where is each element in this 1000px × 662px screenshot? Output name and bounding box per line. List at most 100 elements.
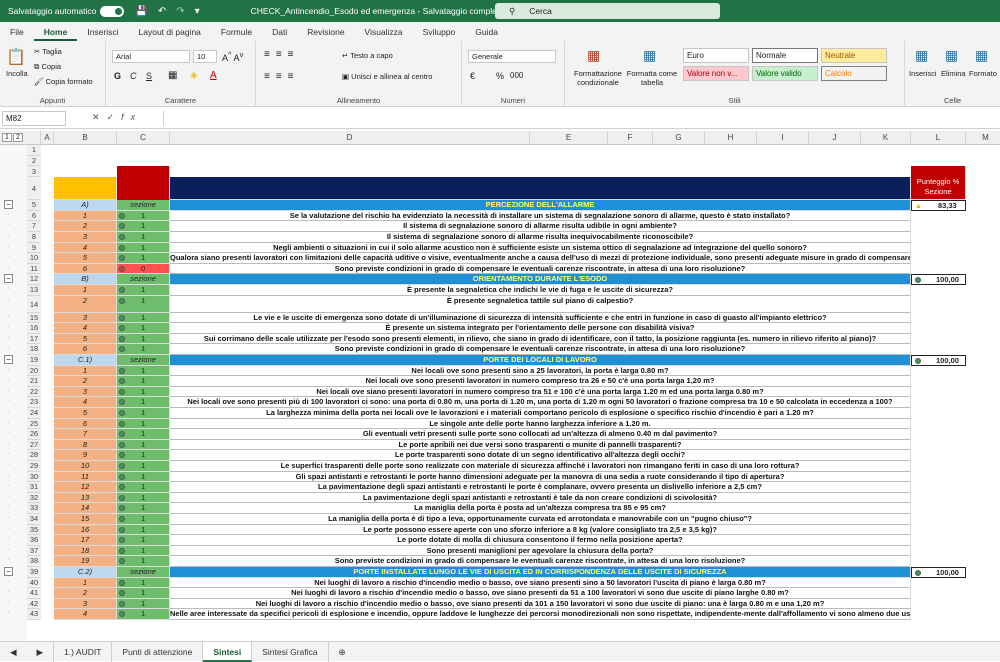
question-number[interactable]: 2 (54, 376, 117, 387)
question-number[interactable]: 4 (54, 609, 117, 620)
row-header-43[interactable]: 43 (27, 609, 41, 620)
question-score[interactable]: 1 (117, 524, 170, 536)
menu-tab-sviluppo[interactable]: Sviluppo (413, 27, 466, 41)
menu-tab-formule[interactable]: Formule (211, 27, 262, 41)
row-header-27[interactable]: 27 (27, 439, 41, 451)
row-header-23[interactable]: 23 (27, 397, 41, 408)
row-header-37[interactable]: 37 (27, 545, 41, 557)
number-format-select[interactable]: Generale (468, 50, 556, 63)
question-number[interactable]: 1 (54, 210, 117, 222)
question-score[interactable]: 1 (117, 514, 170, 525)
question-number[interactable]: 2 (54, 221, 117, 232)
row-header-6[interactable]: 6 (27, 210, 41, 222)
question-score[interactable]: 1 (117, 312, 170, 324)
question-score[interactable]: 1 (117, 253, 170, 264)
question-score[interactable]: 1 (117, 545, 170, 557)
question-number[interactable]: 4 (54, 397, 117, 408)
style-normale[interactable]: Normale (752, 48, 818, 63)
font-name-select[interactable]: Arial (112, 50, 190, 63)
question-text[interactable]: Le porte trasparenti sono dotate di un s… (170, 450, 911, 461)
question-text[interactable]: Sui corrimano delle scale utilizzate per… (170, 333, 911, 345)
menu-tab-inserisci[interactable]: Inserisci (77, 27, 128, 41)
question-score[interactable]: 1 (117, 232, 170, 243)
question-score[interactable]: 0 (117, 263, 170, 275)
row-header-8[interactable]: 8 (27, 232, 41, 243)
paste-button[interactable]: Incolla (6, 69, 28, 78)
underline-button[interactable]: S (146, 71, 152, 81)
menu-tab-home[interactable]: Home (33, 27, 78, 41)
question-text[interactable]: Il sistema di segnalazione sonoro di all… (170, 221, 911, 232)
question-text[interactable]: Nei locali ove sono presenti lavoratori … (170, 376, 911, 387)
thousands-button[interactable]: 000 (510, 71, 523, 80)
row-header-29[interactable]: 29 (27, 461, 41, 472)
question-score[interactable]: 1 (117, 295, 170, 313)
question-text[interactable]: La pavimentazione degli spazi antistanti… (170, 492, 911, 504)
question-text[interactable]: La pavimentazione degli spazi antistanti… (170, 482, 911, 493)
question-score[interactable]: 1 (117, 482, 170, 493)
question-score[interactable]: 1 (117, 598, 170, 610)
question-number[interactable]: 11 (54, 471, 117, 483)
sheet-tab-sintesi-grafica[interactable]: Sintesi Grafica (252, 641, 329, 662)
borders-icon[interactable]: ▦ (168, 70, 177, 81)
question-text[interactable]: Nei luoghi di lavoro a rischio d'incendi… (170, 598, 911, 610)
row-header-18[interactable]: 18 (27, 344, 41, 355)
format-cells-button[interactable]: Formato (969, 69, 997, 78)
row-header-28[interactable]: 28 (27, 450, 41, 461)
question-text[interactable]: Sono previste condizioni in grado di com… (170, 556, 911, 567)
question-score[interactable]: 1 (117, 365, 170, 377)
column-header-h[interactable]: H (705, 131, 757, 145)
question-text[interactable]: Nei luoghi di lavoro a rischio d'incendi… (170, 577, 911, 589)
question-text[interactable]: Sono previste condizioni in grado di com… (170, 263, 911, 275)
italic-button[interactable]: C (130, 71, 137, 81)
question-number[interactable]: 7 (54, 429, 117, 440)
collapse-group-icon[interactable]: − (4, 355, 13, 364)
question-score[interactable]: 1 (117, 492, 170, 504)
question-score[interactable]: 1 (117, 376, 170, 387)
question-number[interactable]: 10 (54, 461, 117, 472)
column-header-g[interactable]: G (653, 131, 705, 145)
question-text[interactable]: Sono presenti maniglioni per agevolare l… (170, 545, 911, 557)
menu-tab-visualizza[interactable]: Visualizza (355, 27, 413, 41)
menu-tab-layout-di-pagina[interactable]: Layout di pagina (129, 27, 211, 41)
question-text[interactable]: Sono previste condizioni in grado di com… (170, 344, 911, 355)
menu-tab-dati[interactable]: Dati (262, 27, 297, 41)
question-number[interactable]: 3 (54, 312, 117, 324)
question-number[interactable]: 3 (54, 386, 117, 398)
column-header-j[interactable]: J (809, 131, 861, 145)
row-header-24[interactable]: 24 (27, 408, 41, 419)
format-table-button[interactable]: Formatta come tabella (625, 69, 679, 87)
question-number[interactable]: 1 (54, 365, 117, 377)
collapse-group-icon[interactable]: − (4, 274, 13, 284)
row-header-38[interactable]: 38 (27, 556, 41, 567)
sheet-tab-sintesi[interactable]: Sintesi (203, 641, 253, 662)
outline-level-2[interactable]: 2 (13, 133, 23, 142)
column-header-k[interactable]: K (861, 131, 911, 145)
question-number[interactable]: 6 (54, 418, 117, 430)
column-header-i[interactable]: I (757, 131, 809, 145)
column-header-c[interactable]: C (117, 131, 170, 145)
row-header-21[interactable]: 21 (27, 376, 41, 387)
question-number[interactable]: 5 (54, 253, 117, 264)
next-sheet-icon[interactable]: ▶ (27, 641, 55, 662)
row-header-16[interactable]: 16 (27, 323, 41, 334)
question-text[interactable]: Negli ambienti o situazioni in cui il so… (170, 242, 911, 254)
style-valore-valido[interactable]: Valore valido (752, 66, 818, 81)
percent-button[interactable]: % (496, 71, 504, 81)
question-number[interactable]: 15 (54, 514, 117, 525)
question-number[interactable]: 17 (54, 535, 117, 546)
question-number[interactable]: 4 (54, 323, 117, 334)
question-text[interactable]: Gli spazi antistanti e retrostanti le po… (170, 471, 911, 483)
question-number[interactable]: 6 (54, 263, 117, 275)
prev-sheet-icon[interactable]: ◀ (0, 642, 27, 662)
question-number[interactable]: 14 (54, 503, 117, 514)
question-score[interactable]: 1 (117, 285, 170, 296)
question-text[interactable]: Nei locali ove siano presenti lavoratori… (170, 386, 911, 398)
row-header-20[interactable]: 20 (27, 365, 41, 377)
question-score[interactable]: 1 (117, 429, 170, 440)
cut-button[interactable]: ✂ Taglia (34, 47, 62, 56)
add-sheet-icon[interactable]: ⊕ (329, 642, 356, 662)
undo-icon[interactable]: ↶ (158, 6, 166, 17)
question-score[interactable]: 1 (117, 439, 170, 451)
customize-icon[interactable]: ▾ (195, 6, 200, 17)
row-header-22[interactable]: 22 (27, 386, 41, 398)
